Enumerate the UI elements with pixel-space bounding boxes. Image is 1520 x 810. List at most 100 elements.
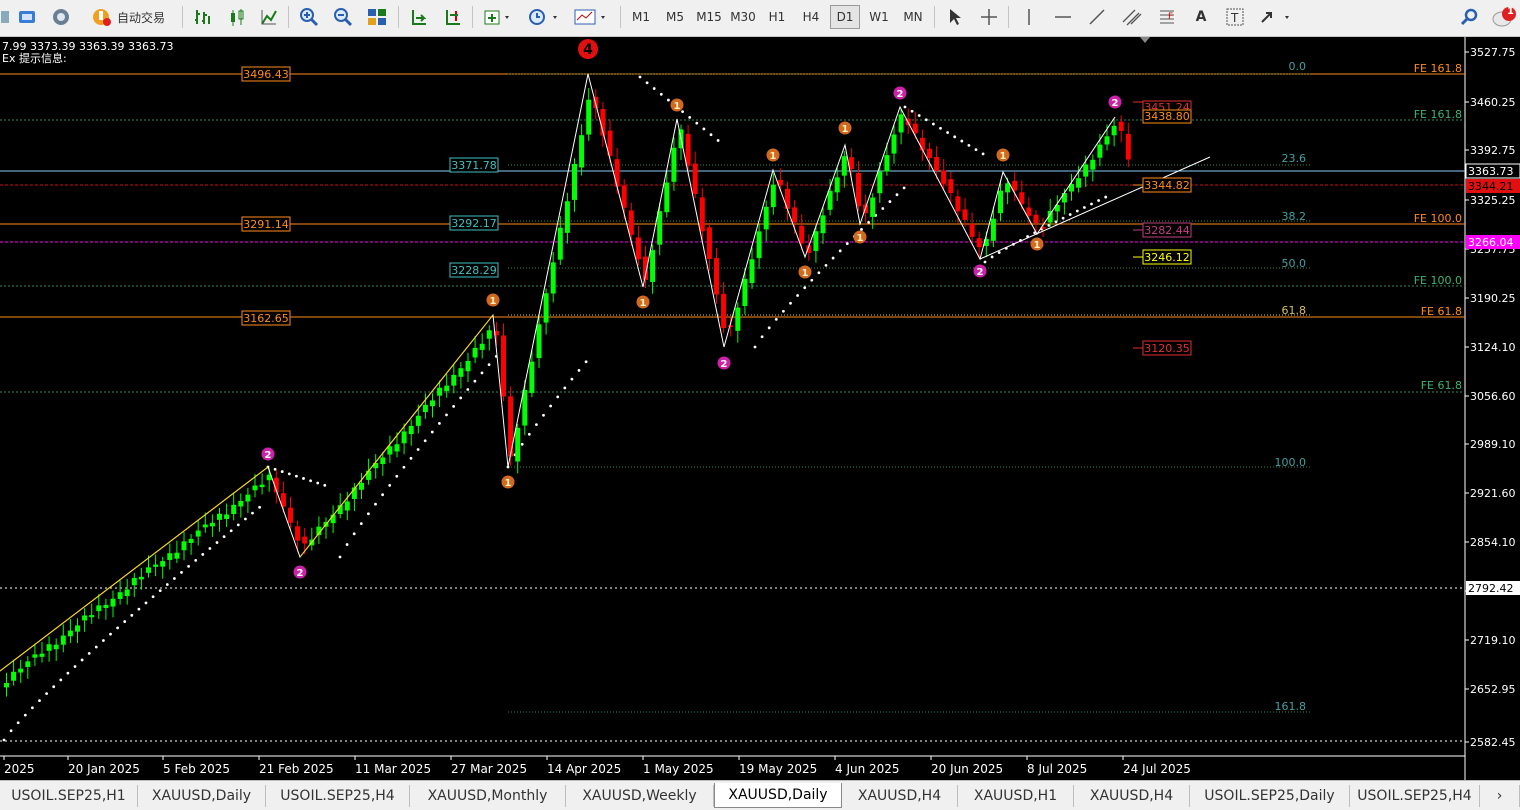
wave-marker-label: 1 bbox=[640, 298, 647, 309]
timeframe-m5[interactable]: M5 bbox=[660, 5, 690, 29]
line-chart-icon[interactable] bbox=[256, 5, 282, 29]
candle-body bbox=[146, 567, 151, 573]
candle-body bbox=[749, 259, 755, 284]
candle-body bbox=[572, 164, 577, 200]
tab-usoil-h4-2[interactable]: USOIL.SEP25,H4 bbox=[1350, 785, 1480, 807]
wave-marker-label: 2 bbox=[297, 568, 304, 579]
scroll-left-button[interactable] bbox=[0, 5, 10, 29]
notification-count: 1 bbox=[1507, 6, 1514, 17]
vertical-line-icon[interactable] bbox=[1016, 5, 1042, 29]
sar-dot bbox=[967, 143, 971, 147]
timeframe-h4[interactable]: H4 bbox=[796, 5, 826, 29]
sar-dot bbox=[187, 565, 191, 568]
price-chart[interactable]: 2 2 1 1 1 1 2 1 1 1 1 2 2 1 1 2 4 3496.43 3291.14 3162.… bbox=[0, 37, 1520, 780]
wave-marker-label: 1 bbox=[674, 101, 681, 112]
candle-body bbox=[856, 172, 861, 207]
label-3438: 3438.80 bbox=[1144, 110, 1190, 123]
sar-dot bbox=[910, 109, 914, 113]
timeframe-mn[interactable]: MN bbox=[898, 5, 928, 29]
tab-xauusd-h4-2[interactable]: XAUUSD,H4 bbox=[1074, 785, 1190, 807]
candle-body bbox=[1111, 125, 1117, 136]
chart-canvas[interactable]: 2 2 1 1 1 1 2 1 1 1 1 2 2 1 1 2 4 3496.43 3291.14 3162.… bbox=[0, 37, 1520, 780]
tile-windows-icon[interactable] bbox=[364, 5, 390, 29]
tab-xauusd-daily-1[interactable]: XAUUSD,Daily bbox=[138, 785, 266, 807]
sar-dot bbox=[73, 665, 77, 668]
tab-xauusd-h4-1[interactable]: XAUUSD,H4 bbox=[842, 785, 958, 807]
sar-dot bbox=[295, 474, 298, 478]
timeframe-m15[interactable]: M15 bbox=[694, 5, 724, 29]
candle-body bbox=[692, 163, 698, 194]
sar-dot bbox=[767, 326, 771, 330]
candle-body bbox=[877, 171, 883, 194]
zigzag-wave-line bbox=[0, 73, 1116, 672]
candle-body bbox=[479, 343, 485, 350]
candle-body bbox=[437, 387, 443, 396]
chart-shift-icon[interactable] bbox=[440, 5, 466, 29]
search-icon[interactable] bbox=[1456, 5, 1482, 29]
text-label-icon[interactable]: A bbox=[1188, 5, 1214, 29]
sar-dot bbox=[1068, 213, 1072, 216]
candle-body bbox=[501, 335, 506, 397]
indicators-dropdown-icon[interactable] bbox=[480, 5, 516, 29]
sar-dot bbox=[659, 92, 663, 96]
sar-dot bbox=[903, 105, 907, 109]
candle-body bbox=[529, 361, 535, 393]
sar-dot bbox=[652, 87, 656, 90]
candle-body bbox=[103, 604, 109, 609]
equidistant-channel-icon[interactable] bbox=[1118, 5, 1146, 29]
chart-shift-marker[interactable] bbox=[1140, 37, 1150, 43]
candlestick-icon[interactable] bbox=[224, 5, 250, 29]
price-axis: 3527.753460.253392.753325.253257.753190.… bbox=[1465, 46, 1516, 749]
tab-xauusd-daily-active[interactable]: XAUUSD,Daily bbox=[714, 783, 842, 808]
price-tick-label: 3056.60 bbox=[1470, 390, 1516, 403]
sar-dot bbox=[990, 255, 994, 259]
crosshair-icon[interactable] bbox=[976, 5, 1002, 29]
sar-dot bbox=[556, 395, 560, 399]
tab-usoil-daily[interactable]: USOIL.SEP25,Daily bbox=[1190, 785, 1350, 807]
periods-dropdown-icon[interactable] bbox=[524, 5, 564, 29]
cursor-icon[interactable] bbox=[942, 5, 968, 29]
bar-chart-icon[interactable] bbox=[190, 5, 216, 29]
tab-usoil-h4[interactable]: USOIL.SEP25,H4 bbox=[266, 785, 410, 807]
timeframe-m30[interactable]: M30 bbox=[728, 5, 758, 29]
arrows-dropdown-icon[interactable] bbox=[1256, 5, 1296, 29]
sar-dot bbox=[130, 613, 134, 617]
tab-xauusd-monthly[interactable]: XAUUSD,Monthly bbox=[410, 785, 566, 807]
timeframe-m1[interactable]: M1 bbox=[626, 5, 656, 29]
tab-overflow-arrow[interactable]: › bbox=[1480, 785, 1520, 807]
candle-body bbox=[927, 148, 932, 159]
timeframe-d1[interactable]: D1 bbox=[830, 5, 860, 29]
text-box-icon[interactable]: T bbox=[1222, 5, 1248, 29]
sar-dot bbox=[359, 522, 363, 526]
fibonacci-icon[interactable]: F bbox=[1154, 5, 1180, 29]
templates-dropdown-icon[interactable] bbox=[570, 5, 612, 29]
candle-body bbox=[18, 668, 24, 673]
fib-label-38: 38.2 bbox=[1282, 210, 1307, 223]
tab-xauusd-weekly[interactable]: XAUUSD,Weekly bbox=[566, 785, 714, 807]
trendline-icon[interactable] bbox=[1084, 5, 1110, 29]
tab-xauusd-h1[interactable]: XAUUSD,H1 bbox=[958, 785, 1074, 807]
sar-dot bbox=[16, 721, 20, 725]
sar-dot bbox=[94, 645, 98, 649]
candle-body bbox=[657, 211, 663, 245]
auto-scroll-icon[interactable] bbox=[406, 5, 432, 29]
price-tick-label: 3392.75 bbox=[1470, 144, 1516, 157]
horizontal-line-icon[interactable] bbox=[1050, 5, 1076, 29]
zoom-in-icon[interactable] bbox=[296, 5, 322, 29]
timeframe-h1[interactable]: H1 bbox=[762, 5, 792, 29]
sar-dot bbox=[796, 294, 799, 297]
notifications-icon[interactable]: 1 bbox=[1490, 5, 1518, 29]
market-watch-icon[interactable] bbox=[48, 5, 74, 29]
sar-dot bbox=[638, 75, 642, 79]
timeframe-w1[interactable]: W1 bbox=[864, 5, 894, 29]
candle-body bbox=[1083, 164, 1089, 177]
tab-usoil-h1[interactable]: USOIL.SEP25,H1 bbox=[0, 785, 138, 807]
auto-trading-button[interactable]: 自动交易 bbox=[80, 5, 176, 29]
candle-body bbox=[1118, 121, 1124, 131]
date-tick-label: 8 Jul 2025 bbox=[1027, 762, 1087, 776]
profiles-icon[interactable] bbox=[14, 5, 40, 29]
sar-dot bbox=[645, 81, 649, 85]
zoom-out-icon[interactable] bbox=[330, 5, 356, 29]
candle-body bbox=[451, 374, 457, 386]
sar-dot bbox=[681, 110, 684, 114]
